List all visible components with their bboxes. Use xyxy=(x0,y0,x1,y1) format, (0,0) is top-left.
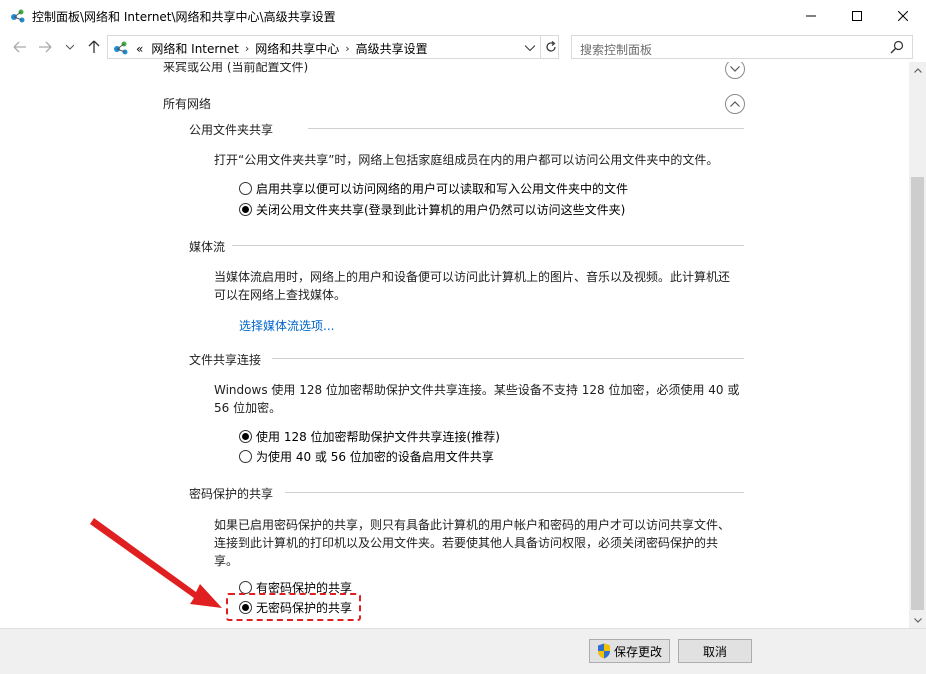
radio-128bit[interactable]: 使用 128 位加密帮助保护文件共享连接(推荐) xyxy=(239,428,500,445)
save-changes-button[interactable]: 保存更改 xyxy=(589,639,670,663)
radio-label: 启用共享以便可以访问网络的用户可以读取和写入公用文件夹中的文件 xyxy=(256,182,629,196)
back-button[interactable] xyxy=(12,39,28,55)
section-title-public-folder: 公用文件夹共享 xyxy=(189,123,274,137)
arrow-right-icon xyxy=(39,41,52,53)
close-button[interactable] xyxy=(880,0,926,32)
radio-button[interactable] xyxy=(239,203,252,216)
annotation-arrow-icon xyxy=(90,518,222,608)
chevron-down-icon xyxy=(730,66,740,72)
refresh-icon xyxy=(545,41,556,52)
section-title-password: 密码保护的共享 xyxy=(189,487,274,501)
breadcrumb: « 网络和 Internet › 网络和共享中心 › 高级共享设置 xyxy=(132,40,432,57)
public-folder-description: 打开“公用文件夹共享”时，网络上包括家庭组成员在内的用户都可以访问公用文件夹中的… xyxy=(214,153,719,167)
radio-public-folder-off[interactable]: 关闭公用文件夹共享(登录到此计算机的用户仍然可以访问这些文件夹) xyxy=(239,201,625,218)
media-description-line2: 可以在网络上查找媒体。 xyxy=(214,288,347,302)
section-title-file-sharing: 文件共享连接 xyxy=(189,353,262,367)
scroll-down-button[interactable] xyxy=(909,612,926,628)
chevron-down-icon xyxy=(66,44,74,50)
chevron-down-icon xyxy=(525,45,535,51)
search-placeholder: 搜索控制面板 xyxy=(580,43,653,57)
password-description-line1: 如果已启用密码保护的共享，则只有具备此计算机的用户帐户和密码的用户才可以访问共享… xyxy=(214,518,731,532)
chevron-right-icon[interactable]: › xyxy=(243,42,251,55)
refresh-button[interactable] xyxy=(540,36,560,58)
divider xyxy=(272,358,744,359)
chevron-down-icon xyxy=(913,617,922,623)
radio-button[interactable] xyxy=(239,430,252,443)
scroll-up-button[interactable] xyxy=(909,62,926,78)
radio-button[interactable] xyxy=(239,450,252,463)
chevron-up-icon xyxy=(730,101,740,107)
address-history-button[interactable] xyxy=(522,40,538,56)
recent-locations-button[interactable] xyxy=(62,39,78,55)
network-icon xyxy=(11,9,25,23)
cancel-button[interactable]: 取消 xyxy=(678,639,752,663)
collapse-button[interactable] xyxy=(725,94,745,114)
section-title-media: 媒体流 xyxy=(189,240,226,254)
chevron-up-icon xyxy=(913,67,922,73)
password-description-line2: 连接到此计算机的打印机以及公用文件夹。若要使其他人具备访问权限，必须关闭密码保护… xyxy=(214,536,719,550)
annotation-highlight-box xyxy=(226,593,361,621)
search-input[interactable]: 搜索控制面板 xyxy=(571,35,913,59)
shield-icon xyxy=(597,643,610,659)
vertical-scrollbar[interactable] xyxy=(909,62,926,628)
media-streaming-options-link[interactable]: 选择媒体流选项... xyxy=(239,317,334,334)
up-button[interactable] xyxy=(86,39,102,55)
breadcrumb-overflow[interactable]: « xyxy=(132,42,147,56)
radio-label: 使用 128 位加密帮助保护文件共享连接(推荐) xyxy=(256,430,500,444)
breadcrumb-sharing-center[interactable]: 网络和共享中心 xyxy=(251,40,343,57)
search-icon xyxy=(890,40,904,54)
chevron-right-icon[interactable]: › xyxy=(343,42,351,55)
radio-label: 为使用 40 或 56 位加密的设备启用文件共享 xyxy=(256,450,494,464)
radio-label: 关闭公用文件夹共享(登录到此计算机的用户仍然可以访问这些文件夹) xyxy=(256,203,626,217)
profile-header-all-networks[interactable]: 所有网络 xyxy=(163,95,211,112)
arrow-left-icon xyxy=(13,41,26,53)
minimize-button[interactable] xyxy=(788,0,834,32)
dialog-footer: 保存更改 取消 xyxy=(0,628,926,674)
expand-button[interactable] xyxy=(725,62,745,79)
save-changes-label: 保存更改 xyxy=(613,644,662,659)
breadcrumb-advanced-sharing[interactable]: 高级共享设置 xyxy=(352,40,432,57)
radio-40-56bit[interactable]: 为使用 40 或 56 位加密的设备启用文件共享 xyxy=(239,448,494,465)
maximize-icon xyxy=(852,11,862,21)
scrollbar-thumb[interactable] xyxy=(911,177,924,610)
radio-button[interactable] xyxy=(239,182,252,195)
divider xyxy=(285,492,744,493)
address-bar[interactable]: « 网络和 Internet › 网络和共享中心 › 高级共享设置 xyxy=(107,35,559,59)
file-sharing-description-line1: Windows 使用 128 位加密帮助保护文件共享连接。某些设备不支持 128… xyxy=(214,383,740,397)
arrow-up-icon xyxy=(88,40,100,53)
radio-public-folder-on[interactable]: 启用共享以便可以访问网络的用户可以读取和写入公用文件夹中的文件 xyxy=(239,180,628,197)
divider xyxy=(308,128,744,129)
title-bar: 控制面板\网络和 Internet\网络和共享中心\高级共享设置 xyxy=(0,0,926,32)
close-icon xyxy=(898,11,908,21)
maximize-button[interactable] xyxy=(834,0,880,32)
file-sharing-description-line2: 56 位加密。 xyxy=(214,401,282,415)
network-icon xyxy=(114,41,128,55)
divider xyxy=(232,245,744,246)
window-title: 控制面板\网络和 Internet\网络和共享中心\高级共享设置 xyxy=(32,10,336,24)
breadcrumb-network-internet[interactable]: 网络和 Internet xyxy=(147,40,242,57)
forward-button[interactable] xyxy=(37,39,53,55)
minimize-icon xyxy=(806,15,816,17)
media-description-line1: 当媒体流启用时，网络上的用户和设备便可以访问此计算机上的图片、音乐以及视频。此计… xyxy=(214,270,731,284)
cancel-label: 取消 xyxy=(702,644,727,659)
profile-header-public[interactable]: 来宾或公用 (当前配置文件) xyxy=(163,62,308,75)
